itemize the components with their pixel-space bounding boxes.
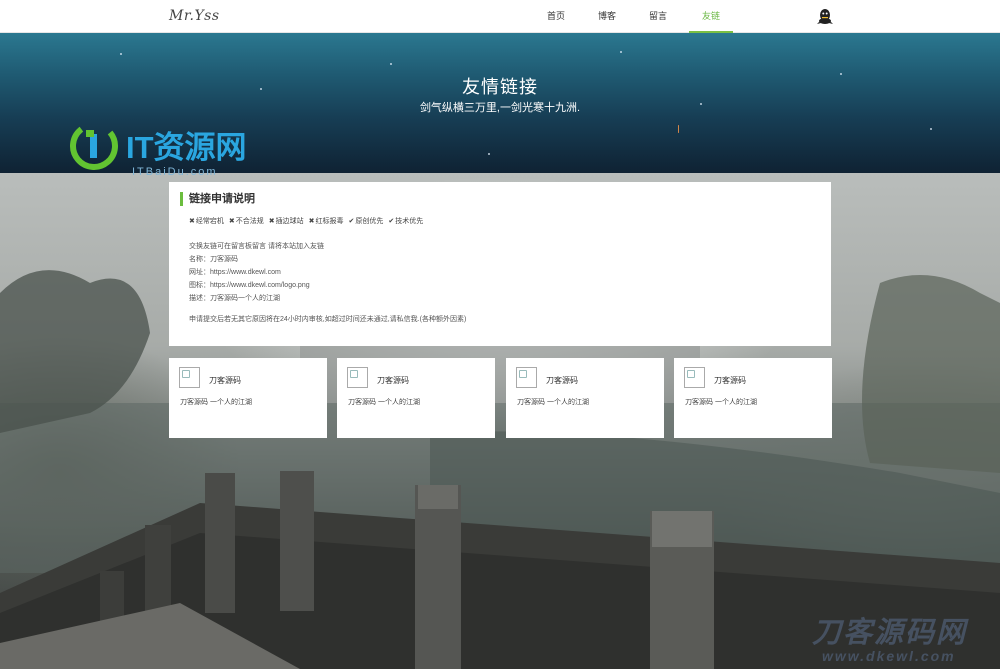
rule-text: 插边球站 bbox=[275, 218, 304, 225]
info-line: 名称：刀客源码 bbox=[189, 256, 238, 263]
rule-text: 原创优先 bbox=[355, 218, 384, 225]
link-name[interactable]: 刀客源码 bbox=[209, 375, 241, 386]
friend-link-card[interactable]: 刀客源码 刀客源码 一个人的江湖 bbox=[169, 358, 327, 438]
rule-text: 红标报毒 bbox=[315, 218, 344, 225]
rule-tag: ✖经常宕机 bbox=[189, 216, 224, 226]
link-desc: 刀客源码 一个人的江湖 bbox=[180, 399, 252, 406]
rule-text: 技术优先 bbox=[395, 218, 424, 225]
itbaidu-watermark-logo: IT资源网 ITBaiDu.com bbox=[70, 122, 247, 178]
apply-info: 交换友链可在留言板留言 请将本站加入友链 名称：刀客源码 网址：https://… bbox=[189, 240, 324, 305]
cross-icon: ✖ bbox=[189, 218, 195, 225]
rule-tag: ✔原创优先 bbox=[349, 216, 384, 226]
link-desc: 刀客源码 一个人的江湖 bbox=[517, 399, 589, 406]
main-nav: 首页 博客 留言 友链 bbox=[536, 0, 734, 33]
cross-icon: ✖ bbox=[228, 218, 235, 225]
dkewl-watermark-logo: 刀客源码网 www.dkewl.com bbox=[812, 616, 969, 664]
broken-image-icon bbox=[347, 367, 368, 388]
top-navbar: Mr.Yss 首页 博客 留言 友链 bbox=[0, 0, 1000, 33]
cross-icon: ✖ bbox=[308, 218, 315, 225]
check-icon: ✔ bbox=[388, 218, 395, 225]
nav-guestbook[interactable]: 留言 bbox=[638, 0, 678, 33]
svg-text:刀客源码网: 刀客源码网 bbox=[812, 616, 969, 649]
info-line: 网址：https://www.dkewl.com bbox=[189, 269, 281, 276]
rule-tag: ✔技术优先 bbox=[388, 216, 423, 226]
check-icon: ✔ bbox=[348, 218, 355, 225]
broken-image-icon bbox=[516, 367, 537, 388]
link-name[interactable]: 刀客源码 bbox=[546, 375, 578, 386]
rule-text: 经常宕机 bbox=[195, 218, 224, 225]
nav-home[interactable]: 首页 bbox=[536, 0, 576, 33]
info-line: 描述：刀客源码一个人的江湖 bbox=[189, 295, 280, 302]
broken-image-icon bbox=[684, 367, 705, 388]
friend-link-card[interactable]: 刀客源码 刀客源码 一个人的江湖 bbox=[506, 358, 664, 438]
qq-penguin-icon[interactable] bbox=[817, 8, 833, 25]
nav-blog[interactable]: 博客 bbox=[587, 0, 627, 33]
rule-tag: ✖红标报毒 bbox=[309, 216, 344, 226]
rule-tag: ✖不合法规 bbox=[229, 216, 264, 226]
page-subtitle: 剑气纵横三万里,一剑光寒十九洲. bbox=[419, 102, 581, 114]
friend-link-card[interactable]: 刀客源码 刀客源码 一个人的江湖 bbox=[674, 358, 832, 438]
svg-text:www.dkewl.com: www.dkewl.com bbox=[822, 648, 956, 664]
apply-rules: ✖经常宕机 ✖不合法规 ✖插边球站 ✖红标报毒 ✔原创优先 ✔技术优先 bbox=[189, 216, 428, 226]
info-line: 图标：https://www.dkewl.com/logo.png bbox=[189, 282, 310, 289]
link-name[interactable]: 刀客源码 bbox=[377, 375, 409, 386]
site-logo[interactable]: Mr.Yss bbox=[169, 8, 220, 24]
apply-heading: 链接申请说明 bbox=[180, 192, 255, 206]
link-apply-panel: 链接申请说明 ✖经常宕机 ✖不合法规 ✖插边球站 ✖红标报毒 ✔原创优先 ✔技术… bbox=[169, 182, 831, 346]
broken-image-icon bbox=[179, 367, 200, 388]
link-desc: 刀客源码 一个人的江湖 bbox=[685, 399, 757, 406]
page-title: 友情链接 bbox=[462, 77, 538, 97]
info-line: 交换友链可在留言板留言 请将本站加入友链 bbox=[189, 243, 324, 250]
link-desc: 刀客源码 一个人的江湖 bbox=[348, 399, 420, 406]
rule-tag: ✖插边球站 bbox=[269, 216, 304, 226]
friend-link-list: 刀客源码 刀客源码 一个人的江湖 刀客源码 刀客源码 一个人的江湖 刀客源码 刀… bbox=[169, 358, 832, 438]
svg-text:IT资源网: IT资源网 bbox=[126, 130, 247, 165]
rule-text: 不合法规 bbox=[235, 218, 264, 225]
link-name[interactable]: 刀客源码 bbox=[714, 375, 746, 386]
cross-icon: ✖ bbox=[268, 218, 275, 225]
nav-friend-links[interactable]: 友链 bbox=[689, 0, 733, 33]
friend-link-card[interactable]: 刀客源码 刀客源码 一个人的江湖 bbox=[337, 358, 495, 438]
svg-text:ITBaiDu.com: ITBaiDu.com bbox=[132, 166, 218, 178]
apply-notice: 申请提交后若无其它原因将在24小时内审核,如超过时间还未通过,请私信我.(各种额… bbox=[189, 316, 467, 323]
